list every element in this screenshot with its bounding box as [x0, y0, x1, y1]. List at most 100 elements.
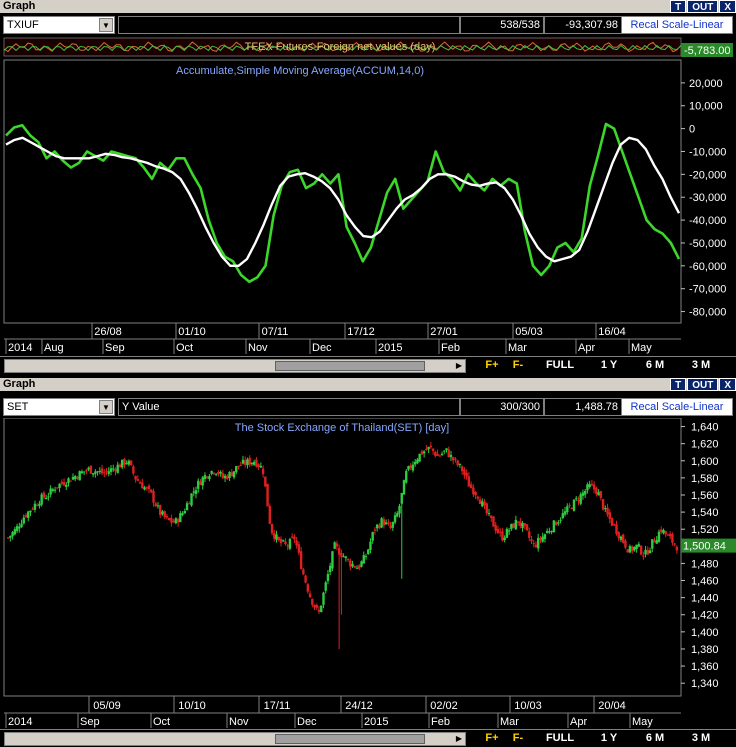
- top-out-button[interactable]: OUT: [687, 0, 719, 13]
- top-close-button[interactable]: X: [719, 0, 736, 13]
- candle-body: [299, 551, 303, 570]
- candle-body: [552, 520, 556, 533]
- y-tick-label: 10,000: [689, 101, 723, 113]
- x-date-label: 27/01: [430, 326, 458, 338]
- candle-body: [396, 513, 399, 517]
- x-month-label: Dec: [297, 716, 317, 728]
- bottom-fplus-button[interactable]: F+: [480, 731, 504, 746]
- chart-background: [0, 36, 736, 356]
- candle-body: [425, 448, 428, 451]
- bottom-t-button[interactable]: T: [670, 378, 687, 391]
- candle-body: [516, 521, 520, 523]
- candle-body: [179, 513, 182, 523]
- top-scrollbar[interactable]: ▶: [4, 359, 466, 373]
- candle-body: [98, 470, 102, 472]
- candle-body: [409, 465, 412, 469]
- bottom-scroll-thumb[interactable]: [275, 734, 425, 744]
- candle-body: [308, 593, 312, 598]
- candle-body: [456, 460, 459, 466]
- y-tick-label: -30,000: [689, 192, 726, 204]
- y-tick-label: 1,480: [691, 558, 719, 570]
- candle-body: [628, 546, 632, 553]
- candle-body: [635, 544, 638, 549]
- candle-body: [440, 453, 444, 456]
- candle-body: [568, 504, 571, 506]
- top-1y-button[interactable]: 1 Y: [592, 358, 626, 373]
- candle-body: [364, 556, 368, 558]
- x-month-label: Apr: [570, 716, 587, 728]
- candle-body: [35, 505, 39, 507]
- chevron-down-icon[interactable]: ▼: [99, 400, 113, 414]
- bottom-6m-button[interactable]: 6 M: [638, 731, 672, 746]
- bottom-recal-scale-button[interactable]: Recal Scale-Linear: [621, 398, 733, 416]
- candle-body: [259, 466, 263, 468]
- candle-body: [60, 481, 63, 484]
- top-recal-scale-button[interactable]: Recal Scale-Linear: [621, 16, 733, 34]
- candle-body: [346, 559, 350, 561]
- bottom-scrollbar[interactable]: ▶: [4, 732, 466, 746]
- candle-body: [588, 484, 591, 487]
- bottom-fminus-button[interactable]: F-: [506, 731, 530, 746]
- candle-body: [141, 482, 144, 489]
- top-scroll-thumb[interactable]: [275, 361, 425, 371]
- bottom-symbol-select[interactable]: SET ▼: [3, 398, 115, 416]
- bottom-out-button[interactable]: OUT: [687, 378, 719, 391]
- x-month-label: Sep: [80, 716, 100, 728]
- candle-body: [161, 511, 164, 515]
- bottom-chart-title: The Stock Exchange of Thailand(SET) [day…: [235, 422, 449, 434]
- candle-body: [668, 533, 672, 537]
- bottom-toolbar: SET ▼ Y Value 300/300 1,488.78 Recal Sca…: [0, 396, 736, 418]
- x-month-label: Feb: [441, 342, 460, 354]
- candle-body: [94, 471, 97, 474]
- y-tick-label: 1,440: [691, 593, 719, 605]
- candle-body: [268, 505, 272, 524]
- bottom-3m-button[interactable]: 3 M: [684, 731, 718, 746]
- candle-body: [597, 492, 600, 496]
- bottom-1y-button[interactable]: 1 Y: [592, 731, 626, 746]
- candle-body: [132, 466, 135, 474]
- candle-body: [660, 529, 663, 533]
- scroll-right-icon[interactable]: ▶: [453, 733, 465, 745]
- candle-body: [642, 555, 645, 557]
- candle-body: [201, 477, 204, 486]
- candle-body: [143, 487, 146, 490]
- candle-body: [11, 532, 14, 537]
- candle-body: [420, 451, 424, 455]
- candle-body: [100, 468, 104, 474]
- candle-body: [375, 524, 379, 529]
- scroll-right-icon[interactable]: ▶: [453, 360, 465, 372]
- candle-body: [675, 546, 679, 551]
- candle-body: [302, 569, 305, 575]
- chevron-down-icon[interactable]: ▼: [99, 18, 113, 32]
- candle-body: [577, 499, 580, 502]
- candle-body: [176, 519, 180, 523]
- candle-body: [351, 564, 354, 567]
- bottom-close-button[interactable]: X: [719, 378, 736, 391]
- candle-body: [165, 516, 169, 518]
- x-month-label: 2014: [8, 716, 32, 728]
- x-date-label: 05/09: [93, 700, 121, 712]
- candle-body: [398, 505, 401, 514]
- x-date-label: 10/10: [178, 700, 206, 712]
- candle-body: [156, 505, 160, 507]
- x-date-label: 02/02: [430, 700, 458, 712]
- candle-body: [38, 503, 41, 506]
- top-3m-button[interactable]: 3 M: [684, 358, 718, 373]
- bottom-full-button[interactable]: FULL: [540, 731, 580, 746]
- candle-body: [469, 484, 473, 489]
- top-6m-button[interactable]: 6 M: [638, 358, 672, 373]
- candle-body: [219, 471, 222, 474]
- y-tick-label: 0: [689, 124, 695, 136]
- x-date-label: 05/03: [515, 326, 543, 338]
- candle-body: [167, 517, 171, 521]
- candle-body: [599, 490, 603, 498]
- top-fplus-button[interactable]: F+: [480, 358, 504, 373]
- candle-body: [429, 445, 433, 448]
- top-symbol-select[interactable]: TXIUF ▼: [3, 16, 115, 34]
- top-fminus-button[interactable]: F-: [506, 358, 530, 373]
- top-full-button[interactable]: FULL: [540, 358, 580, 373]
- y-tick-label: -60,000: [689, 261, 726, 273]
- candle-body: [510, 523, 513, 529]
- top-t-button[interactable]: T: [670, 0, 687, 13]
- bottom-titlebar: Graph T OUT X: [0, 378, 736, 391]
